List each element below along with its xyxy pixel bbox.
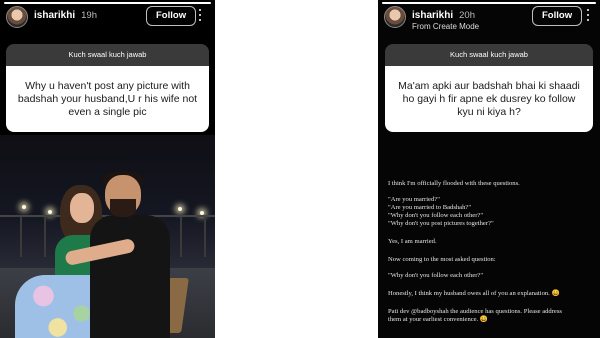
answer-line: them at your earliest convenience. 😄 xyxy=(388,316,489,323)
answer-line: "Are you married to Badshah?" xyxy=(388,204,472,211)
avatar[interactable] xyxy=(384,6,406,28)
question-header: Kuch swaal kuch jawab xyxy=(385,44,593,66)
question-text-content: Why u haven't post any picture with bads… xyxy=(17,79,198,118)
post-time: 20h xyxy=(459,10,475,21)
question-header: Kuch swaal kuch jawab xyxy=(6,44,209,66)
username-text[interactable]: isharikhi xyxy=(412,10,453,21)
answer-line: Honestly, I think my husband owes all of… xyxy=(388,290,560,297)
more-vertical-icon[interactable] xyxy=(584,6,592,24)
answer-line: "Why don't you follow each other?" xyxy=(388,272,484,279)
username[interactable]: isharikhi 19h xyxy=(34,10,97,21)
story-progress-bar xyxy=(382,2,596,4)
answer-line: "Why don't you follow each other?" xyxy=(388,212,484,219)
create-mode-label: From Create Mode xyxy=(412,22,480,31)
username-text[interactable]: isharikhi xyxy=(34,10,75,21)
story-photo xyxy=(0,135,215,338)
question-text: Why u haven't post any picture with bads… xyxy=(6,66,209,132)
answer-line: "Are you married?" xyxy=(388,196,440,203)
username[interactable]: isharikhi 20h xyxy=(412,10,475,21)
avatar[interactable] xyxy=(6,6,28,28)
post-time: 19h xyxy=(81,10,97,21)
question-text-content: Ma'am apki aur badshah bhai ki shaadi ho… xyxy=(398,79,580,118)
question-text: Ma'am apki aur badshah bhai ki shaadi ho… xyxy=(385,66,593,132)
answer-line: Pati dev @badboyshah the audience has qu… xyxy=(388,308,562,315)
follow-button[interactable]: Follow xyxy=(532,6,583,26)
story-header: isharikhi 20h From Create Mode Follow xyxy=(384,6,594,32)
story-progress-bar xyxy=(4,2,211,4)
answer-line: I think I'm officially flooded with thes… xyxy=(388,180,520,187)
story-right: isharikhi 20h From Create Mode Follow Kuc… xyxy=(378,0,600,338)
story-header: isharikhi 19h Follow xyxy=(6,6,209,32)
answer-line: Now coming to the most asked question: xyxy=(388,256,496,263)
story-left: isharikhi 19h Follow Kuch swaal kuch jawa… xyxy=(0,0,215,338)
more-vertical-icon[interactable] xyxy=(196,6,204,24)
answer-line: Yes, I am married. xyxy=(388,238,437,245)
follow-button[interactable]: Follow xyxy=(146,6,197,26)
answer-line: "Why don't you post pictures together?" xyxy=(388,220,494,227)
